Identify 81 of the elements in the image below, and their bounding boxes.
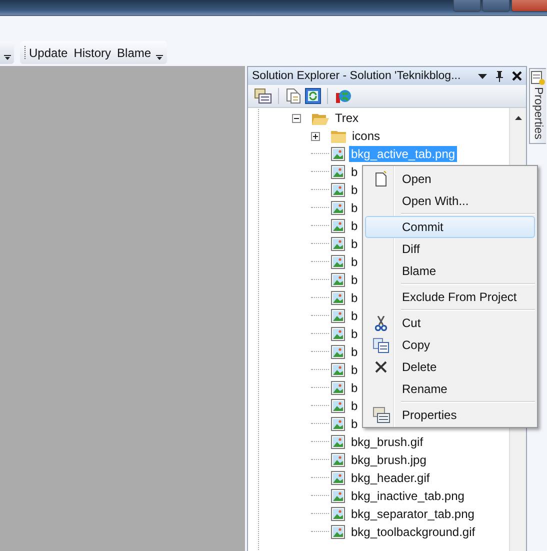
- toolbar-button[interactable]: Update: [26, 44, 71, 62]
- tree-item[interactable]: Trex: [333, 110, 361, 126]
- delete-icon: [375, 361, 387, 373]
- tree-item[interactable]: bkg_brush.gif: [349, 434, 426, 450]
- menu-item[interactable]: Blame: [365, 260, 535, 282]
- menu-item[interactable]: Open With...: [365, 190, 535, 212]
- image-file-icon: [331, 363, 345, 377]
- toolbar-options-icon[interactable]: [4, 55, 10, 60]
- menu-item[interactable]: Diff: [365, 238, 535, 260]
- tree-item[interactable]: b: [349, 236, 360, 252]
- tree-item[interactable]: b: [349, 254, 360, 270]
- class-diagram-icon[interactable]: [334, 88, 352, 104]
- folder-icon: [331, 129, 346, 143]
- image-file-icon: [331, 219, 345, 233]
- tree-item[interactable]: icons: [350, 128, 382, 144]
- menu-item[interactable]: Commit: [365, 216, 535, 238]
- menu-item[interactable]: Delete: [365, 356, 535, 378]
- image-file-icon: [331, 165, 345, 179]
- tree-item[interactable]: bkg_header.gif: [349, 470, 432, 486]
- image-file-icon: [331, 507, 345, 521]
- tree-item[interactable]: b: [349, 344, 360, 360]
- scroll-up-icon[interactable]: [514, 116, 522, 120]
- menu-item[interactable]: Open: [365, 168, 535, 190]
- tree-item[interactable]: bkg_brush.jpg: [349, 452, 428, 468]
- image-file-icon: [331, 327, 345, 341]
- collapse-icon[interactable]: [292, 114, 301, 122]
- scissors-icon: [375, 316, 387, 330]
- image-file-icon: [331, 417, 345, 431]
- image-file-icon: [331, 201, 345, 215]
- tree-item[interactable]: bkg_toolbackground.gif: [349, 524, 478, 540]
- tree-item[interactable]: b: [349, 326, 360, 342]
- tree-item[interactable]: b: [349, 362, 360, 378]
- image-file-icon: [331, 399, 345, 413]
- image-file-icon: [331, 147, 345, 161]
- tree-item[interactable]: b: [349, 200, 360, 216]
- image-file-icon: [331, 471, 345, 485]
- image-file-icon: [331, 489, 345, 503]
- tree-item[interactable]: b: [349, 164, 360, 180]
- tree-item[interactable]: b: [349, 218, 360, 234]
- toolbar-options-icon[interactable]: [156, 55, 164, 60]
- copy-icon: [373, 338, 389, 352]
- panel-title: Solution Explorer - Solution 'Teknikblog...: [252, 70, 462, 82]
- expand-icon[interactable]: [311, 132, 320, 140]
- tree-item[interactable]: b: [349, 272, 360, 288]
- tree-item[interactable]: b: [349, 290, 360, 306]
- menu-item[interactable]: Rename: [365, 378, 535, 400]
- tree-item[interactable]: b: [349, 308, 360, 324]
- image-file-icon: [331, 525, 345, 539]
- tree-item[interactable]: b: [349, 416, 360, 432]
- refresh-icon[interactable]: [305, 88, 321, 104]
- close-icon[interactable]: [512, 71, 522, 81]
- image-file-icon: [331, 273, 345, 287]
- image-file-icon: [331, 345, 345, 359]
- image-file-icon: [331, 237, 345, 251]
- show-all-files-icon[interactable]: [285, 88, 301, 104]
- pin-icon[interactable]: [495, 70, 504, 82]
- menu-item[interactable]: Copy: [365, 334, 535, 356]
- properties-icon: [372, 407, 390, 423]
- image-file-icon: [331, 381, 345, 395]
- image-file-icon: [331, 183, 345, 197]
- properties-window-icon: [531, 71, 545, 85]
- dropdown-icon[interactable]: [478, 74, 487, 78]
- menu-item[interactable]: Exclude From Project: [365, 286, 535, 308]
- image-file-icon: [331, 435, 345, 449]
- document-icon: [375, 171, 387, 187]
- open-folder-icon: [312, 111, 329, 125]
- menu-item[interactable]: Properties: [365, 404, 535, 426]
- image-file-icon: [331, 309, 345, 323]
- properties-icon[interactable]: [254, 88, 272, 104]
- tree-item[interactable]: b: [349, 182, 360, 198]
- toolbar-button[interactable]: History: [70, 44, 114, 62]
- tree-item[interactable]: b: [349, 380, 360, 396]
- image-file-icon: [331, 255, 345, 269]
- image-file-icon: [331, 291, 345, 305]
- tree-item[interactable]: bkg_separator_tab.png: [349, 506, 476, 522]
- image-file-icon: [331, 453, 345, 467]
- tree-item[interactable]: bkg_inactive_tab.png: [349, 488, 466, 504]
- toolbar-button[interactable]: Blame: [114, 44, 154, 62]
- side-tab[interactable]: Properties: [529, 68, 546, 144]
- menu-item[interactable]: Cut: [365, 312, 535, 334]
- tree-item[interactable]: b: [349, 398, 360, 414]
